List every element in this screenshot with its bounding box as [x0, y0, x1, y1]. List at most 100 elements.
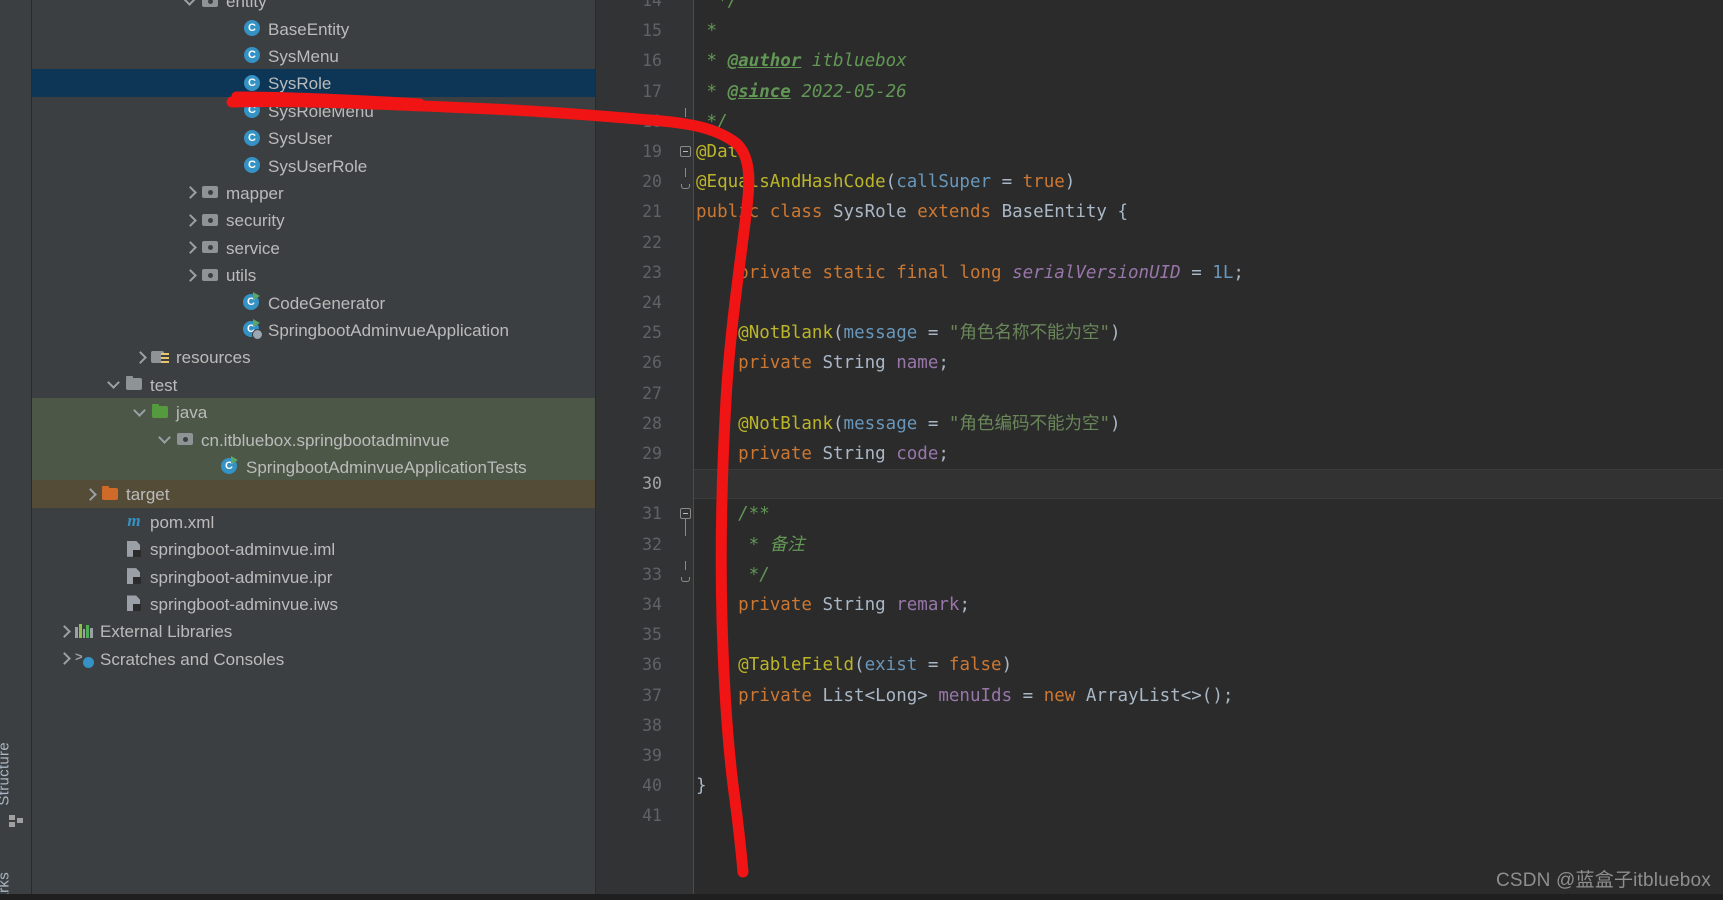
code-line[interactable]: * 备注	[694, 530, 1723, 560]
chevron-right-icon[interactable]	[56, 623, 72, 639]
code-line[interactable]: }	[694, 771, 1723, 801]
tree-row-label: SysMenu	[268, 46, 339, 66]
code-line[interactable]: @NotBlank(message = "角色编码不能为空")	[694, 409, 1723, 439]
code-token: code	[896, 444, 939, 464]
tree-row[interactable]: utils	[32, 261, 595, 288]
tree-row[interactable]: security	[32, 206, 595, 233]
code-line[interactable]: /**	[694, 499, 1723, 529]
tree-row[interactable]: mapper	[32, 179, 595, 206]
tree-row-label: BaseEntity	[268, 19, 350, 39]
code-line[interactable]	[694, 801, 1723, 831]
code-fold-marker[interactable]	[680, 508, 692, 537]
tree-row[interactable]: springboot-adminvue.ipr	[32, 562, 595, 589]
code-line[interactable]: @NotBlank(message = "角色名称不能为空")	[694, 318, 1723, 348]
code-token: *	[696, 81, 728, 102]
code-line[interactable]: private String remark;	[694, 590, 1723, 620]
tree-row[interactable]: SysUser	[32, 124, 595, 151]
code-line[interactable]: */	[694, 0, 1723, 16]
tree-row[interactable]: resources	[32, 343, 595, 370]
tree-row[interactable]: service	[32, 234, 595, 261]
tree-row[interactable]: SpringbootAdminvueApplication	[32, 316, 595, 343]
code-fold-marker[interactable]	[680, 146, 692, 158]
chevron-right-icon[interactable]	[82, 486, 98, 502]
code-line[interactable]: private static final long serialVersionU…	[694, 258, 1723, 288]
code-line[interactable]	[694, 741, 1723, 771]
chevron-down-icon[interactable]	[182, 0, 198, 9]
code-line[interactable]: * @author itbluebox	[694, 46, 1723, 76]
code-line[interactable]: private String code;	[694, 439, 1723, 469]
chevron-right-icon[interactable]	[56, 650, 72, 666]
tree-row[interactable]: springboot-adminvue.iml	[32, 535, 595, 562]
code-fold-marker[interactable]	[680, 107, 692, 129]
code-fold-marker[interactable]	[680, 168, 692, 190]
code-token: itbluebox	[801, 51, 907, 72]
code-token: @since	[727, 81, 791, 102]
code-text-area[interactable]: */ * * @author itbluebox * @since 2022-0…	[694, 0, 1723, 900]
tree-row-label: SpringbootAdminvueApplication	[268, 320, 509, 340]
chevron-right-icon[interactable]	[182, 212, 198, 228]
code-line[interactable]	[694, 288, 1723, 318]
tree-row[interactable]: test	[32, 371, 595, 398]
code-line[interactable]: @EqualsAndHashCode(callSuper = true)	[694, 167, 1723, 197]
code-line[interactable]	[694, 620, 1723, 650]
tree-row[interactable]: SysRole	[32, 69, 595, 97]
code-line[interactable]: private String name;	[694, 348, 1723, 378]
tree-row[interactable]: cn.itbluebox.springbootadminvue	[32, 425, 595, 453]
code-token: *	[696, 51, 728, 72]
code-line[interactable]: */	[694, 560, 1723, 590]
tree-row[interactable]: CodeGenerator	[32, 288, 595, 315]
package-folder-icon	[200, 0, 220, 11]
code-fold-strip[interactable]	[674, 0, 694, 900]
tree-row[interactable]: External Libraries	[32, 617, 595, 644]
tree-row[interactable]: target	[32, 480, 595, 508]
code-line[interactable]	[694, 711, 1723, 741]
code-line[interactable]: */	[694, 107, 1723, 137]
code-token: =	[1180, 262, 1213, 283]
tree-row[interactable]: Scratches and Consoles	[32, 645, 595, 672]
tree-row[interactable]: SpringbootAdminvueApplicationTests	[32, 452, 595, 481]
code-line[interactable]: @TableField(exist = false)	[694, 650, 1723, 680]
tree-row[interactable]: java	[32, 398, 595, 426]
code-token: =	[917, 655, 949, 676]
tree-row-label: SysUser	[268, 129, 333, 149]
tree-row[interactable]: BaseEntity	[32, 14, 595, 41]
project-tree-panel[interactable]: entity BaseEntity SysMenu SysRole SysRoleMen…	[32, 0, 596, 900]
code-line[interactable]: public class SysRole extends BaseEntity …	[694, 197, 1723, 227]
tree-row[interactable]: SysRoleMenu	[32, 97, 595, 124]
chevron-right-icon[interactable]	[182, 239, 198, 255]
line-number: 17	[642, 81, 662, 101]
chevron-right-icon[interactable]	[182, 267, 198, 283]
chevron-right-icon[interactable]	[182, 184, 198, 200]
chevron-down-icon[interactable]	[106, 376, 122, 392]
code-token: ;	[1233, 262, 1244, 283]
tree-row[interactable]: entity	[32, 0, 595, 14]
chevron-down-icon[interactable]	[132, 404, 148, 420]
code-token: private	[738, 685, 823, 706]
code-token: private	[738, 595, 823, 615]
code-line[interactable]: private List<Long> menuIds = new ArrayLi…	[694, 681, 1723, 711]
chevron-down-icon[interactable]	[157, 431, 173, 447]
code-line[interactable]	[694, 379, 1723, 409]
line-number: 40	[642, 776, 662, 796]
code-token: remark	[896, 595, 960, 615]
code-line[interactable]	[694, 228, 1723, 258]
code-token: name	[896, 353, 939, 374]
code-editor[interactable]: */ * * @author itbluebox * @since 2022-0…	[596, 0, 1723, 900]
tree-row[interactable]: springboot-adminvue.iws	[32, 590, 595, 617]
code-line[interactable]	[694, 469, 1723, 499]
structure-tool-button[interactable]: Structure	[0, 742, 13, 806]
tree-row[interactable]: SysUserRole	[32, 151, 595, 178]
code-token: )	[1109, 413, 1121, 434]
code-line[interactable]: @Data	[694, 137, 1723, 167]
tree-row[interactable]: pom.xml	[32, 508, 595, 535]
code-line[interactable]: *	[694, 16, 1723, 46]
tree-row[interactable]: SysMenu	[32, 42, 595, 69]
code-line[interactable]: * @since 2022-05-26	[694, 77, 1723, 107]
code-fold-marker[interactable]	[680, 560, 692, 582]
chevron-right-icon[interactable]	[132, 349, 148, 365]
